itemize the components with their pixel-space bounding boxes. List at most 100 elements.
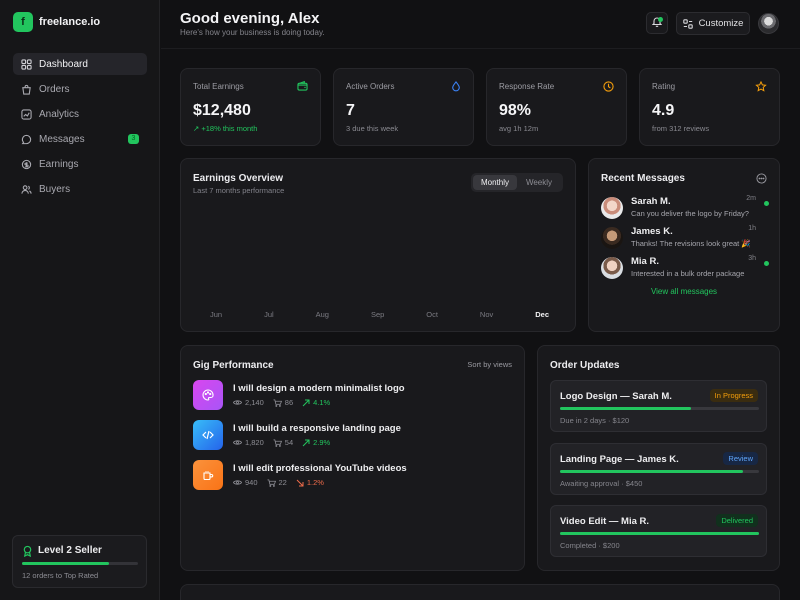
views-stat: 1,820: [233, 438, 264, 447]
notifications-button[interactable]: [646, 12, 668, 34]
sidebar-item-buyers[interactable]: Buyers: [13, 178, 147, 200]
eye-icon: [233, 440, 242, 445]
cart-icon: [267, 478, 276, 487]
trend-up-stat: 2.9%: [302, 438, 330, 447]
sidebar-item-label: Analytics: [39, 108, 80, 120]
avatar: [601, 257, 623, 279]
brand-logo[interactable]: f freelance.io: [13, 12, 100, 32]
stat-label: Active Orders: [346, 82, 395, 91]
sidebar-item-analytics[interactable]: Analytics: [13, 103, 147, 125]
views-stat: 940: [233, 478, 258, 487]
arrow-up-right-icon: [302, 399, 310, 406]
month-label: Aug: [315, 310, 329, 319]
stat-value: 4.9: [652, 102, 675, 119]
arrow-down-right-icon: [296, 479, 304, 486]
stat-label: Total Earnings: [193, 82, 244, 91]
trend-icon: [20, 108, 32, 120]
stat-label: Rating: [652, 82, 676, 91]
order-progress-bar: [560, 407, 759, 410]
sidebar-item-dashboard[interactable]: Dashboard: [13, 53, 147, 75]
message-preview: Thanks! The revisions look great 🎉: [631, 239, 751, 248]
toggle-monthly[interactable]: Monthly: [473, 175, 517, 190]
drop-icon: [451, 81, 461, 95]
avatar[interactable]: [758, 13, 779, 34]
stat-card-total-earnings[interactable]: Total Earnings $12,480 ↗ +18% this month: [180, 68, 321, 146]
earnings-overview-panel: Earnings Overview Last 7 months performa…: [180, 158, 576, 332]
status-badge: Review: [723, 452, 758, 465]
sidebar-item-earnings[interactable]: Earnings: [13, 153, 147, 175]
gig-performance-panel: Gig Performance Sort by views I will des…: [180, 345, 525, 571]
sidebar-item-label: Earnings: [39, 158, 79, 170]
code-icon: [193, 420, 223, 450]
stat-value: $12,480: [193, 102, 251, 119]
order-title: Landing Page — James K.: [560, 454, 679, 465]
order-item[interactable]: Video Edit — Mia R. Delivered Completed …: [550, 505, 767, 557]
stat-card-active-orders[interactable]: Active Orders 7 3 due this week: [333, 68, 474, 146]
message-item[interactable]: James K. 1h Thanks! The revisions look g…: [601, 225, 769, 255]
order-progress-fill: [560, 407, 692, 410]
stat-sub: from 312 reviews: [652, 124, 710, 133]
star-icon: [755, 80, 767, 95]
sidebar-item-messages[interactable]: Messages 3: [13, 128, 147, 150]
level-progress-fill: [22, 562, 109, 565]
seller-level-card[interactable]: Level 2 Seller 12 orders to Top Rated: [12, 535, 147, 588]
order-title: Logo Design — Sarah M.: [560, 391, 672, 402]
sidebar-item-orders[interactable]: Orders: [13, 78, 147, 100]
gig-stats: 940 22 1.2%: [233, 478, 333, 487]
message-item[interactable]: Mia R. 3h Interested in a bulk order pac…: [601, 255, 769, 285]
trend-up-stat: 4.1%: [302, 398, 330, 407]
month-label: Jun: [210, 310, 223, 319]
orders-stat: 86: [273, 398, 293, 407]
order-updates-panel: Order Updates Logo Design — Sarah M. In …: [537, 345, 780, 571]
bag-icon: [20, 83, 32, 95]
level-title: Level 2 Seller: [38, 545, 102, 556]
sidebar-item-label: Dashboard: [39, 58, 88, 70]
period-toggle: Monthly Weekly: [471, 173, 563, 192]
stat-card-rating[interactable]: Rating 4.9 from 312 reviews: [639, 68, 780, 146]
more-icon[interactable]: [756, 173, 767, 187]
recent-messages-panel: Recent Messages Sarah M. 2m Can you deli…: [588, 158, 780, 332]
panel-title: Earnings Overview: [193, 173, 284, 184]
gig-item[interactable]: I will edit professional YouTube videos …: [193, 460, 513, 492]
month-label: Jul: [264, 310, 274, 319]
panel-title: Recent Messages: [601, 173, 685, 184]
eye-icon: [233, 480, 242, 485]
order-meta: Due in 2 days · $120: [560, 416, 630, 425]
order-item[interactable]: Logo Design — Sarah M. In Progress Due i…: [550, 380, 767, 432]
order-progress-fill: [560, 470, 744, 473]
message-item[interactable]: Sarah M. 2m Can you deliver the logo by …: [601, 195, 769, 225]
level-subtitle: 12 orders to Top Rated: [22, 571, 99, 580]
sort-by-views-button[interactable]: Sort by views: [467, 360, 512, 369]
stat-value: 7: [346, 102, 355, 119]
toggle-weekly[interactable]: Weekly: [517, 175, 561, 190]
customize-label: Customize: [698, 18, 744, 29]
stat-sub: ↗ +18% this month: [193, 124, 258, 133]
customize-button[interactable]: Customize: [676, 12, 750, 35]
status-badge: Delivered: [716, 514, 758, 527]
order-meta: Completed · $200: [560, 541, 620, 550]
page-title: Good evening, Alex: [180, 10, 320, 27]
panel-title: Order Updates: [550, 360, 620, 371]
orders-stat: 54: [273, 438, 293, 447]
views-stat: 2,140: [233, 398, 264, 407]
gig-item[interactable]: I will design a modern minimalist logo 2…: [193, 380, 513, 412]
month-axis: Jun Jul Aug Sep Oct Nov Dec: [193, 310, 565, 319]
order-item[interactable]: Landing Page — James K. Review Awaiting …: [550, 443, 767, 495]
view-all-messages-link[interactable]: View all messages: [589, 287, 779, 296]
arrow-up-right-icon: [302, 439, 310, 446]
users-icon: [20, 183, 32, 195]
gig-stats: 2,140 86 4.1%: [233, 398, 339, 407]
palette-icon: [193, 380, 223, 410]
unread-dot: [764, 261, 769, 266]
sidebar-item-label: Messages: [39, 133, 85, 145]
message-time: 2m: [746, 195, 756, 202]
message-preview: Can you deliver the logo by Friday?: [631, 209, 749, 218]
chat-icon: [20, 133, 32, 145]
coins-icon: [20, 158, 32, 170]
logo-mark: f: [13, 12, 33, 32]
stat-card-response-rate[interactable]: Response Rate 98% avg 1h 12m: [486, 68, 627, 146]
gig-title: I will design a modern minimalist logo: [233, 383, 405, 394]
stat-sub: 3 due this week: [346, 124, 399, 133]
order-title: Video Edit — Mia R.: [560, 516, 650, 527]
gig-item[interactable]: I will build a responsive landing page 1…: [193, 420, 513, 452]
